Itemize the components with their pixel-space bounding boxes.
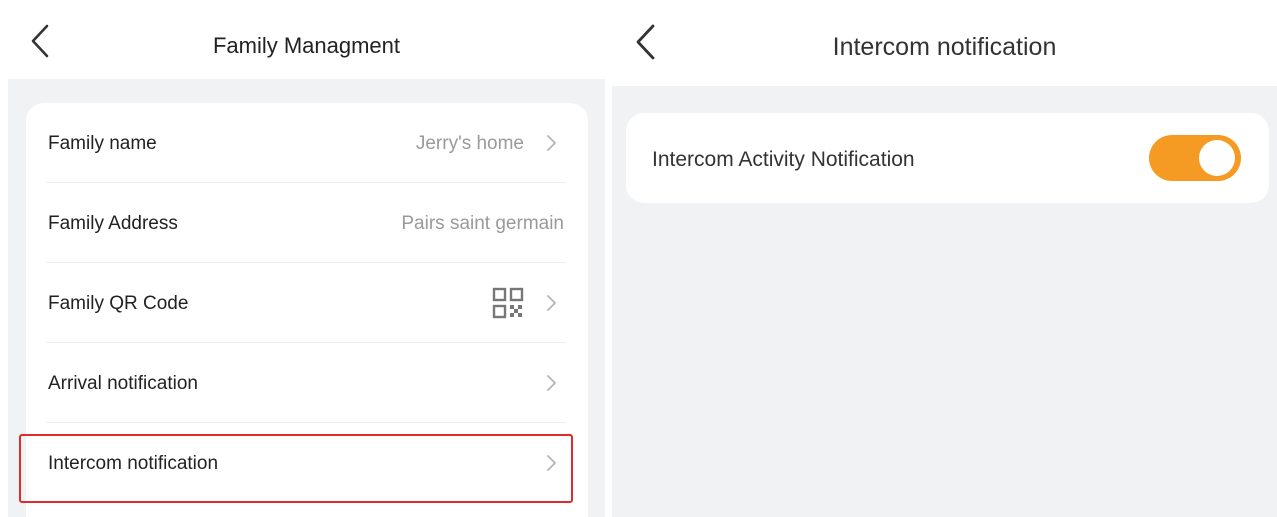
header: Family Managment [8,0,605,79]
page-title: Intercom notification [832,33,1057,61]
chevron-right-icon [547,455,556,471]
notification-toggle[interactable] [1149,135,1241,181]
row-value: Pairs saint germain [401,213,564,234]
settings-card: Family name Jerry's home Family Address … [26,103,588,517]
chevron-right-icon [547,375,556,391]
intercom-notification-screen: Intercom notification Intercom Activity … [612,0,1277,517]
family-address-row[interactable]: Family Address Pairs saint germain [26,183,588,263]
chevron-right-icon [547,295,556,311]
screen-divider [605,0,612,517]
chevron-right-icon [547,135,556,151]
setting-label: Intercom Activity Notification [652,148,915,171]
family-management-screen: Family Managment Family name Jerry's hom… [8,0,605,517]
arrival-notification-row[interactable]: Arrival notification [26,343,588,423]
page-title: Family Managment [212,33,401,58]
row-value: Jerry's home [415,133,524,154]
qr-code-icon [492,287,524,319]
row-label: Arrival notification [48,373,198,394]
row-label: Intercom notification [48,453,219,474]
settings-card: Intercom Activity Notification [626,113,1269,203]
row-label: Family QR Code [48,293,189,314]
header: Intercom notification [612,0,1277,86]
row-label: Family Address [48,213,178,234]
intercom-notification-row[interactable]: Intercom notification [26,423,588,503]
family-name-row[interactable]: Family name Jerry's home [26,103,588,183]
row-label: Family name [48,133,157,154]
family-qr-code-row[interactable]: Family QR Code [26,263,588,343]
toggle-knob [1199,140,1235,176]
